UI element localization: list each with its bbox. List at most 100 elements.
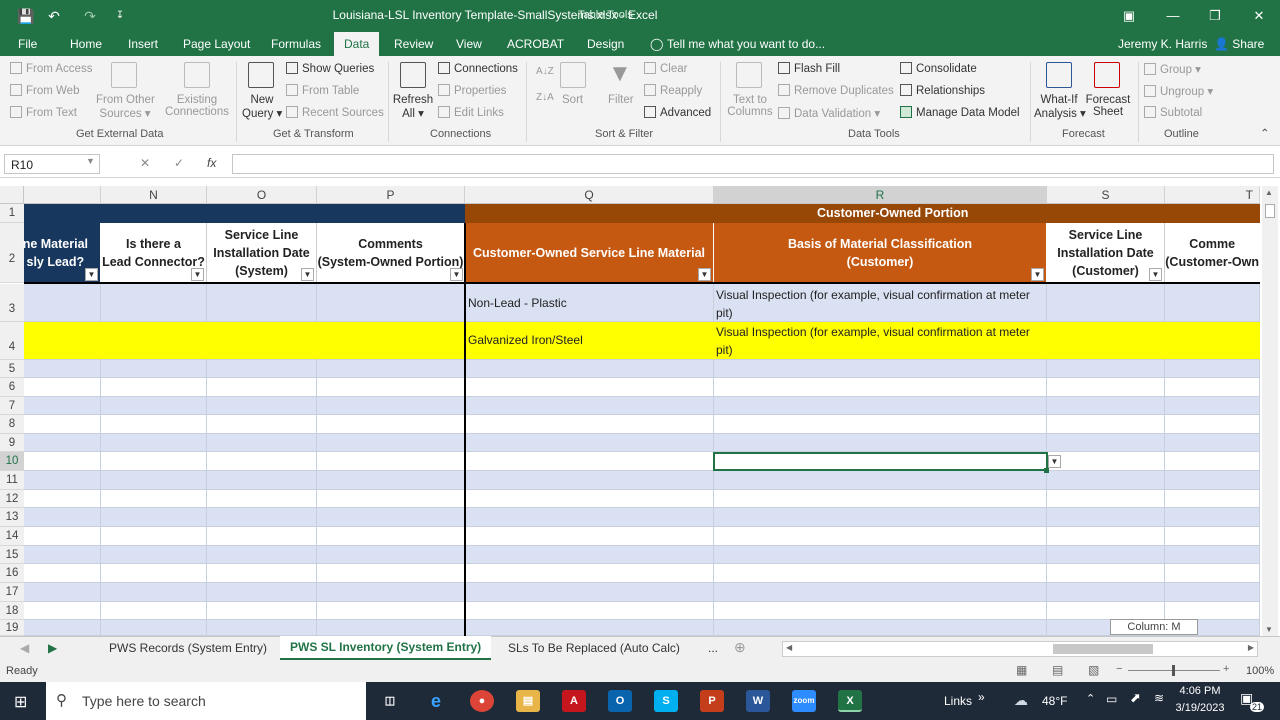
table-cell[interactable]: [24, 602, 101, 620]
table-cell[interactable]: [1047, 378, 1165, 397]
table-cell[interactable]: [1047, 452, 1165, 471]
table-cell[interactable]: [207, 471, 317, 490]
table-cell[interactable]: [317, 620, 465, 636]
table-cell[interactable]: [101, 602, 207, 620]
chrome-icon[interactable]: ●: [470, 690, 494, 712]
table-cell[interactable]: [1165, 322, 1260, 360]
row-header[interactable]: 3: [0, 284, 24, 322]
cell-r4[interactable]: Visual Inspection (for example, visual c…: [716, 323, 1046, 359]
table-cell[interactable]: [1165, 378, 1260, 397]
table-cell[interactable]: [465, 378, 714, 397]
row-header[interactable]: 12: [0, 490, 24, 508]
table-cell[interactable]: [465, 490, 714, 508]
tell-me-box[interactable]: Tell me what you want to do...: [667, 37, 825, 51]
weather-cloud-icon[interactable]: ☁: [1014, 692, 1028, 709]
tab-insert[interactable]: Insert: [128, 37, 158, 51]
table-cell[interactable]: [101, 583, 207, 602]
table-cell[interactable]: [317, 360, 465, 378]
table-cell[interactable]: [465, 397, 714, 415]
table-cell[interactable]: [1165, 397, 1260, 415]
name-box-dropdown-icon[interactable]: ▼: [86, 156, 95, 166]
table-cell[interactable]: [24, 546, 101, 564]
restore-button[interactable]: ❐: [1200, 6, 1230, 26]
table-cell[interactable]: [207, 322, 317, 360]
row-header[interactable]: 16: [0, 564, 24, 583]
table-cell[interactable]: [714, 564, 1047, 583]
table-cell[interactable]: [1165, 434, 1260, 452]
row-header[interactable]: 10: [0, 452, 24, 471]
cancel-icon[interactable]: ✕: [140, 156, 150, 170]
row-header[interactable]: 18: [0, 602, 24, 620]
table-cell[interactable]: [24, 434, 101, 452]
table-cell[interactable]: [317, 452, 465, 471]
more-sheets-button[interactable]: ...: [708, 641, 718, 655]
table-cell[interactable]: [714, 397, 1047, 415]
page-break-view-icon[interactable]: ▧: [1088, 663, 1099, 677]
zoom-app-icon[interactable]: zoom: [792, 690, 816, 712]
table-cell[interactable]: [714, 527, 1047, 546]
row-header[interactable]: 15: [0, 546, 24, 564]
recent-sources-button[interactable]: Recent Sources: [286, 106, 384, 119]
table-cell[interactable]: [1047, 564, 1165, 583]
cell-r3[interactable]: Visual Inspection (for example, visual c…: [716, 286, 1046, 322]
row-header[interactable]: 8: [0, 415, 24, 434]
row-header[interactable]: 11: [0, 471, 24, 490]
table-cell[interactable]: [465, 508, 714, 527]
column-header-p[interactable]: P: [317, 186, 465, 204]
table-cell[interactable]: [207, 284, 317, 322]
table-cell[interactable]: [207, 508, 317, 527]
table-cell[interactable]: [101, 397, 207, 415]
existing-connections-button[interactable]: Existing Connections: [164, 94, 230, 118]
acrobat-icon[interactable]: A: [562, 690, 586, 712]
clear-button[interactable]: Clear: [644, 62, 687, 75]
table-cell[interactable]: [317, 471, 465, 490]
battery-icon[interactable]: ▭: [1106, 692, 1117, 706]
sort-button[interactable]: Sort: [562, 94, 583, 106]
table-cell[interactable]: [465, 415, 714, 434]
table-cell[interactable]: [714, 546, 1047, 564]
table-cell[interactable]: [24, 508, 101, 527]
column-header-t[interactable]: T: [1165, 186, 1260, 204]
table-cell[interactable]: [1047, 546, 1165, 564]
select-all-corner[interactable]: [0, 186, 24, 204]
table-cell[interactable]: [465, 546, 714, 564]
links-expand-icon[interactable]: »: [978, 690, 985, 704]
scroll-up-icon[interactable]: ▲: [1265, 188, 1273, 197]
table-cell[interactable]: [1047, 434, 1165, 452]
remove-duplicates-button[interactable]: Remove Duplicates: [778, 84, 894, 97]
manage-data-model-button[interactable]: Manage Data Model: [900, 106, 1020, 119]
table-cell[interactable]: [714, 583, 1047, 602]
table-cell[interactable]: [1165, 583, 1260, 602]
from-text-button[interactable]: From Text: [10, 106, 77, 119]
from-access-button[interactable]: From Access: [10, 62, 92, 75]
horizontal-scroll-thumb[interactable]: [1053, 644, 1153, 654]
zoom-in-icon[interactable]: +: [1223, 663, 1229, 675]
cell-dropdown-r10[interactable]: ▼: [1048, 455, 1061, 468]
table-cell[interactable]: [101, 490, 207, 508]
subtotal-button[interactable]: Subtotal: [1144, 106, 1202, 119]
sort-za-icon[interactable]: Z↓A: [536, 92, 554, 103]
clock-date[interactable]: 3/19/2023: [1172, 702, 1228, 714]
ungroup-button[interactable]: Ungroup ▾: [1144, 84, 1213, 98]
table-cell[interactable]: [1165, 284, 1260, 322]
table-cell[interactable]: [465, 360, 714, 378]
table-cell[interactable]: [465, 471, 714, 490]
filter-dropdown-o[interactable]: ▼: [301, 268, 314, 281]
scroll-right-icon[interactable]: ▶: [1248, 643, 1254, 652]
table-cell[interactable]: [317, 322, 465, 360]
table-cell[interactable]: [1165, 452, 1260, 471]
row-header[interactable]: 2: [0, 223, 24, 283]
table-cell[interactable]: [1047, 322, 1165, 360]
table-cell[interactable]: [317, 284, 465, 322]
table-cell[interactable]: [317, 415, 465, 434]
table-cell[interactable]: [714, 602, 1047, 620]
share-button[interactable]: 👤 Share: [1214, 37, 1264, 51]
table-cell[interactable]: [207, 583, 317, 602]
minimize-button[interactable]: —: [1158, 6, 1188, 26]
vertical-scroll-thumb[interactable]: [1265, 204, 1275, 218]
relationships-button[interactable]: Relationships: [900, 84, 985, 97]
connections-button[interactable]: Connections: [438, 62, 518, 75]
table-cell[interactable]: [101, 527, 207, 546]
table-cell[interactable]: [1165, 527, 1260, 546]
table-cell[interactable]: [101, 415, 207, 434]
